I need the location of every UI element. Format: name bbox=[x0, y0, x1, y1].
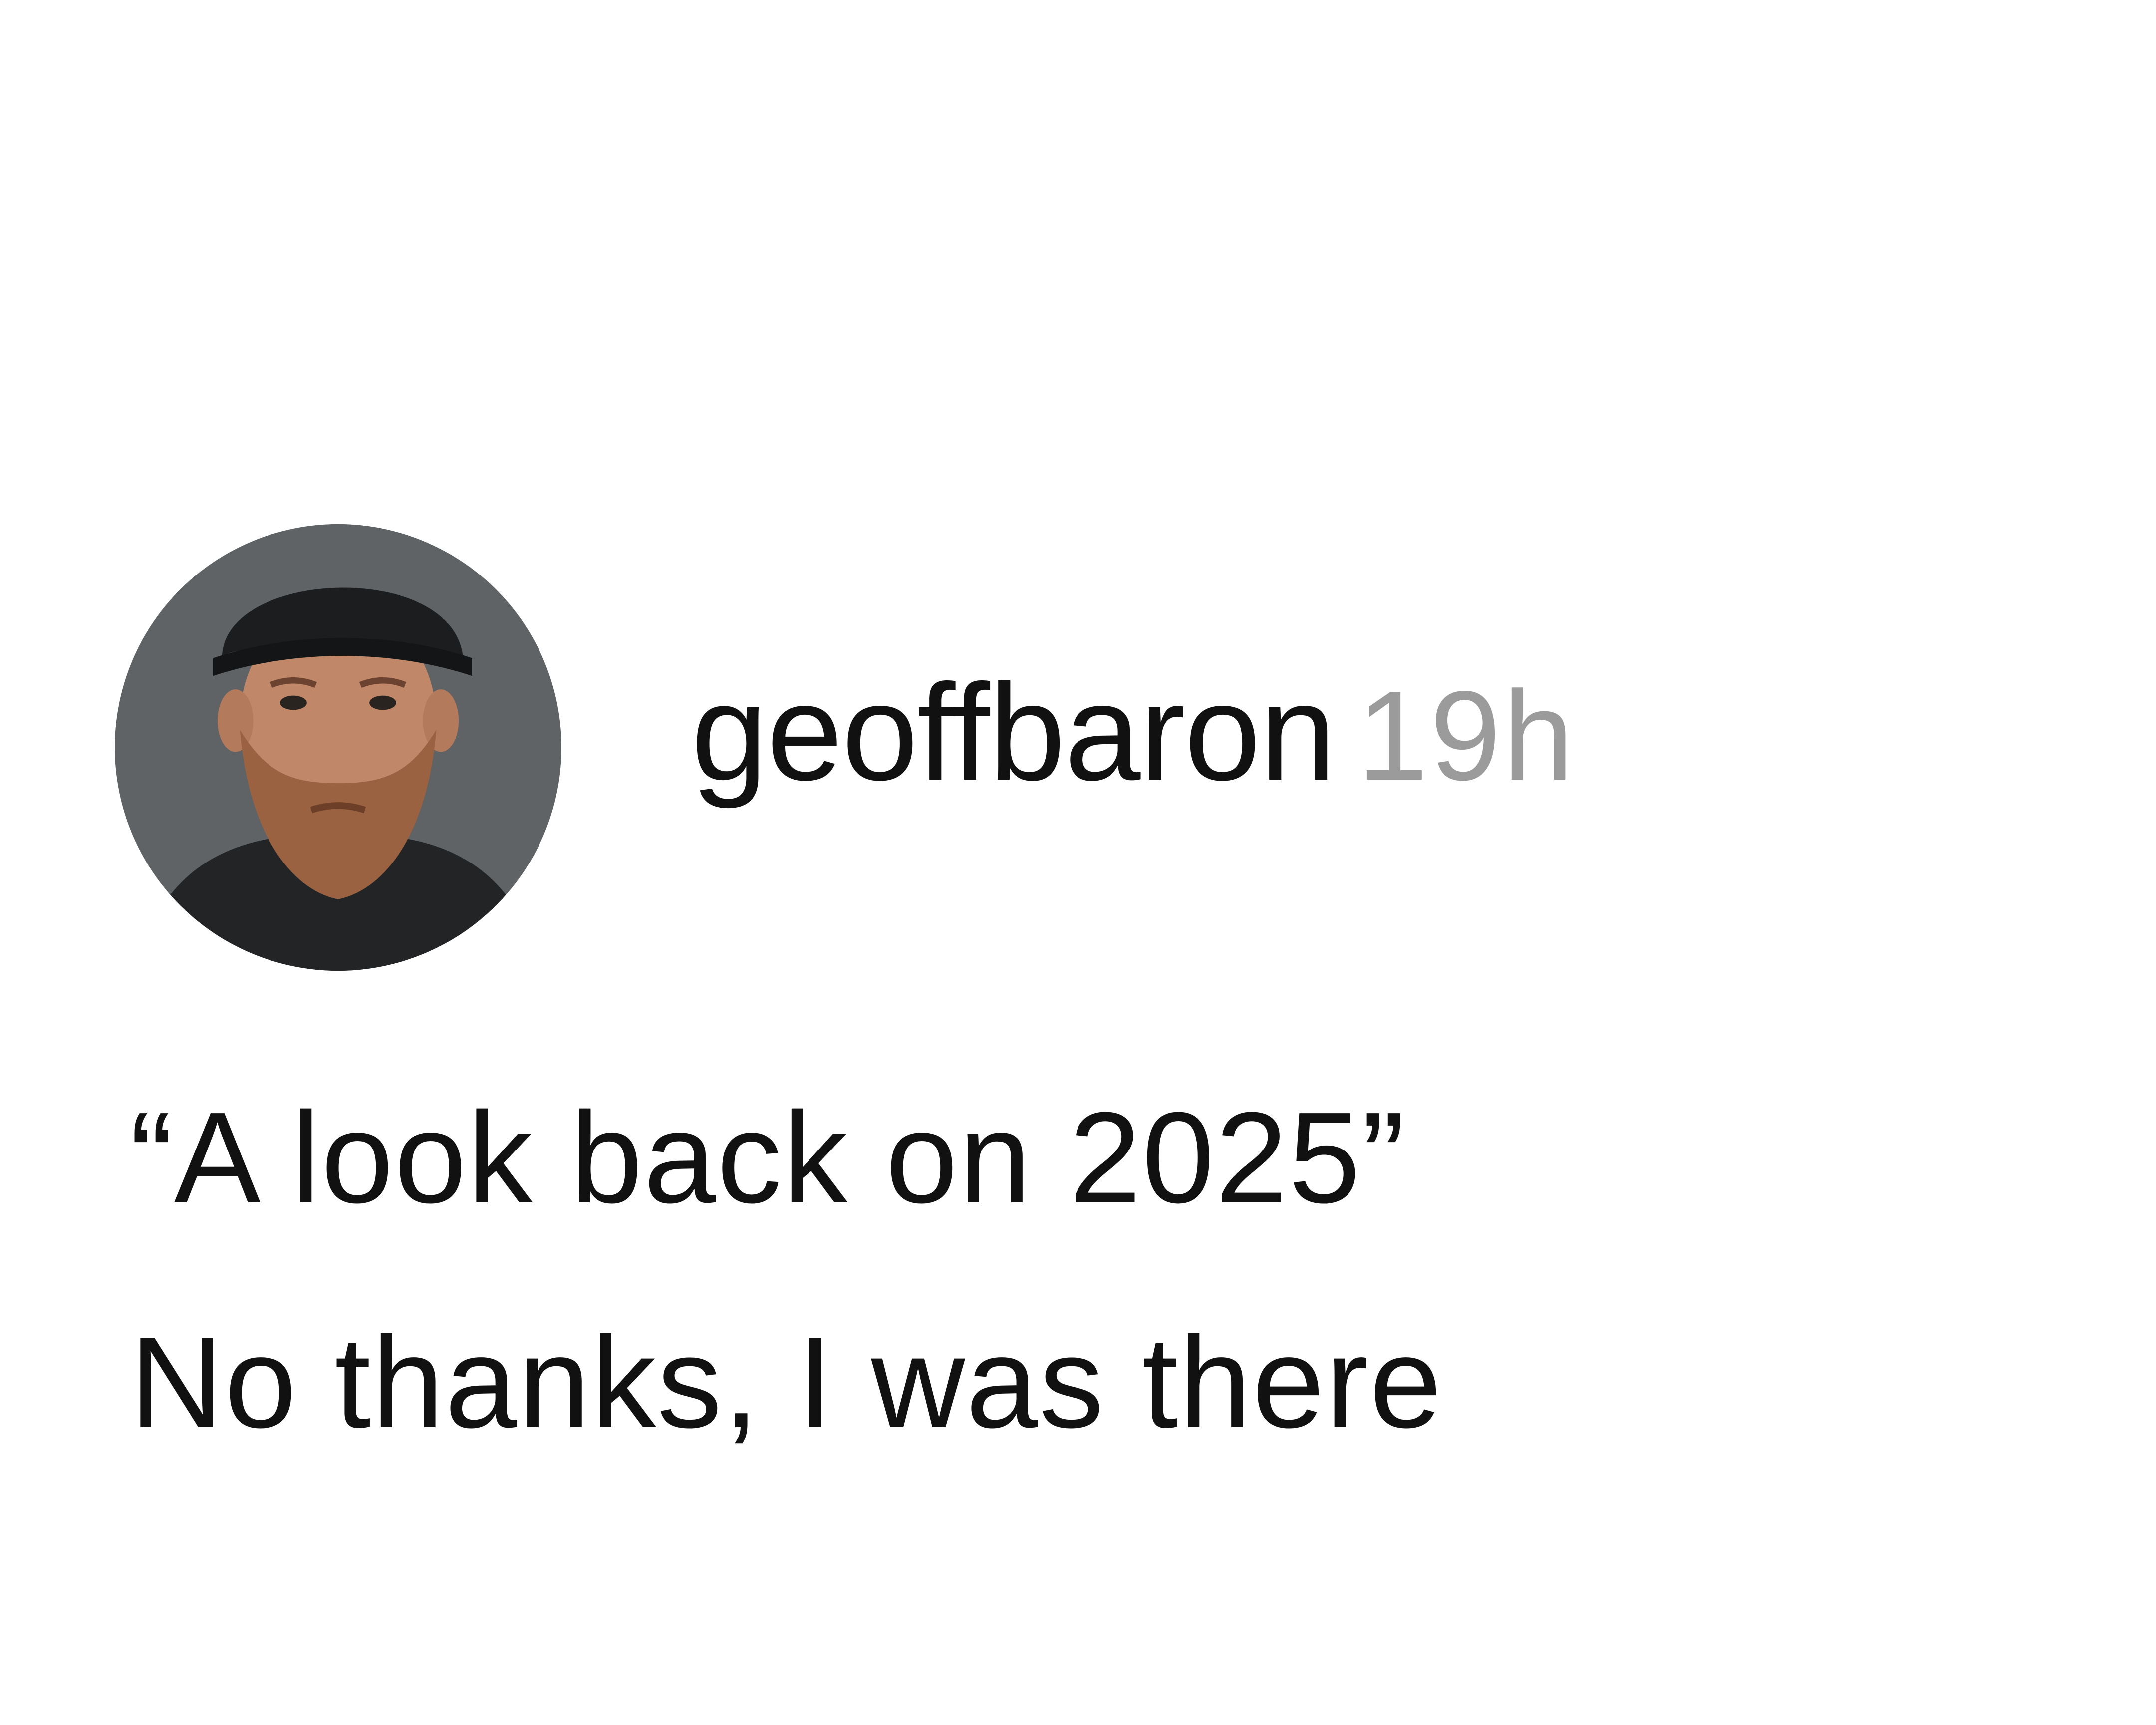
caption-line-2: No thanks, I was there bbox=[130, 1310, 1443, 1455]
post-header: geoffbaron 19h bbox=[691, 664, 1576, 824]
avatar-photo-icon bbox=[115, 524, 561, 971]
username-link[interactable]: geoffbaron bbox=[691, 656, 1336, 809]
post-timestamp: 19h bbox=[1357, 665, 1576, 807]
social-post: geoffbaron 19h “A look back on 2025” No … bbox=[0, 0, 2156, 1725]
caption-line-1: “A look back on 2025” bbox=[130, 1086, 1406, 1230]
avatar[interactable] bbox=[115, 524, 561, 971]
